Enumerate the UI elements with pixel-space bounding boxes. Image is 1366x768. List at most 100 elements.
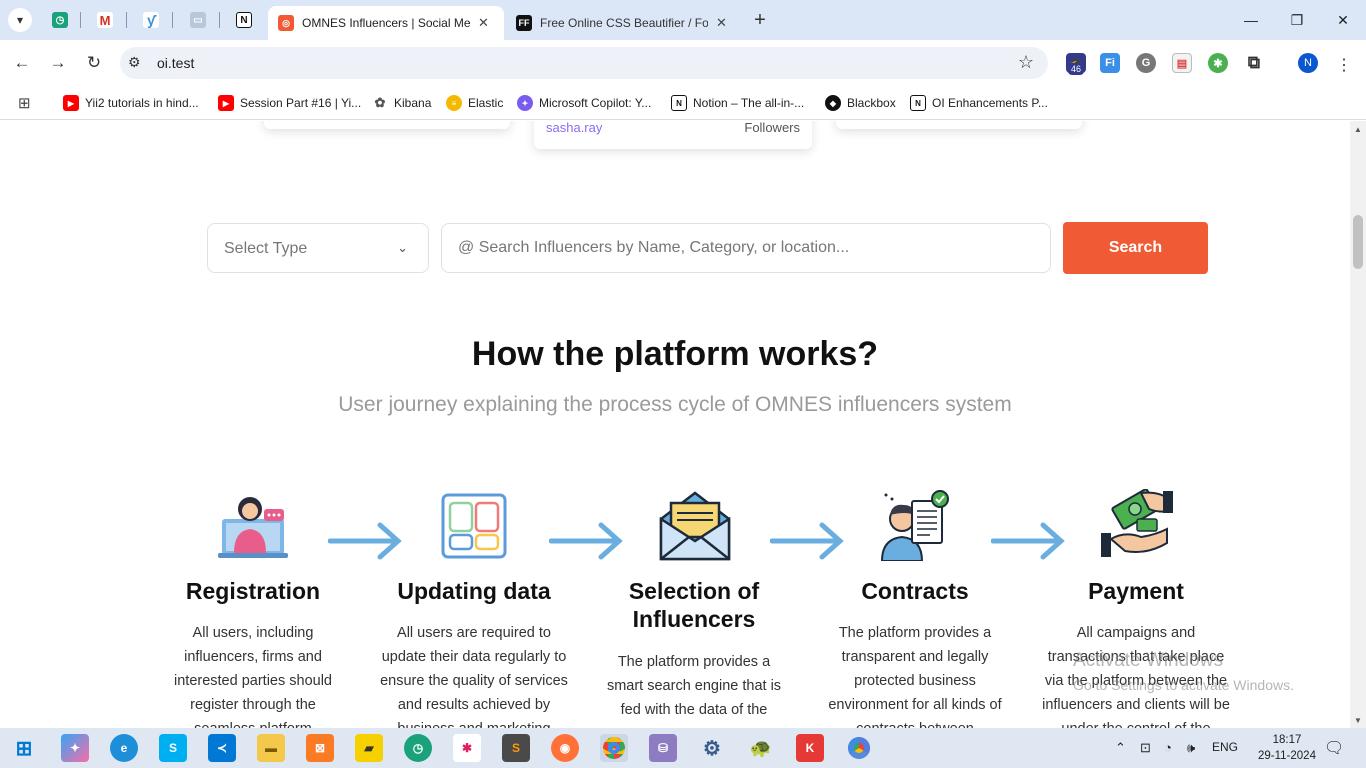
- omnes-favicon-icon: ◎: [278, 15, 294, 31]
- chrome-icon[interactable]: [845, 734, 873, 762]
- bug-extension-icon[interactable]: ✱: [1208, 53, 1228, 73]
- vscode-icon[interactable]: ≺: [208, 734, 236, 762]
- step-description: All campaigns and transactions that take …: [1042, 625, 1230, 728]
- tab-title: OMNES Influencers | Social Me: [302, 16, 470, 30]
- system-clock[interactable]: 18:17 29-11-2024: [1258, 732, 1316, 764]
- copilot-icon: ✦: [517, 95, 533, 111]
- step-title: Selection of Influencers: [628, 578, 760, 632]
- activate-windows-title: Activate Windows: [1073, 650, 1223, 671]
- site-settings-icon[interactable]: ⚙: [128, 54, 141, 71]
- firefox-icon[interactable]: ◉: [551, 734, 579, 762]
- bookmark-item[interactable]: ▶ Session Part #16 | Yi...: [218, 93, 361, 113]
- pinned-tab-yii[interactable]: ƴ: [139, 8, 163, 32]
- step-title: Updating data: [397, 578, 551, 604]
- section-subtitle: User journey explaining the process cycl…: [338, 393, 1012, 416]
- reload-icon: ↻: [86, 53, 102, 72]
- step-description: All users, including influencers, firms a…: [174, 625, 332, 728]
- extension-badge: 46: [1068, 63, 1085, 75]
- settings-gear-icon[interactable]: ⚙: [698, 734, 726, 762]
- bookmark-item[interactable]: N OI Enhancements P...: [910, 93, 1048, 113]
- copilot-icon[interactable]: ✦: [61, 734, 89, 762]
- database-icon[interactable]: ⛁: [649, 734, 677, 762]
- notion-icon: N: [236, 12, 252, 28]
- grammar-extension-icon[interactable]: G: [1136, 53, 1156, 73]
- contract-document-icon: [880, 489, 950, 562]
- reload-button[interactable]: ↻: [80, 49, 108, 77]
- influencer-card[interactable]: [836, 121, 1082, 129]
- apps-grid-icon[interactable]: ⊞: [18, 94, 31, 112]
- chevron-up-icon[interactable]: ⌃: [1115, 740, 1126, 756]
- influencer-handle[interactable]: sasha.ray: [546, 121, 602, 135]
- restore-button[interactable]: ❐: [1274, 0, 1320, 40]
- forward-button[interactable]: →: [44, 49, 72, 77]
- arrow-right-icon: [770, 522, 844, 560]
- skype-icon[interactable]: S: [159, 734, 187, 762]
- back-button[interactable]: ←: [8, 49, 36, 77]
- sticky-notes-icon[interactable]: ▰: [355, 734, 383, 762]
- chrome-active-icon[interactable]: [600, 734, 628, 762]
- influencer-search-input[interactable]: [441, 223, 1051, 273]
- youtube-icon: ▶: [218, 95, 234, 111]
- windows-start-icon[interactable]: ⊞: [10, 734, 38, 762]
- edge-icon[interactable]: e: [110, 734, 138, 762]
- extensions-puzzle-icon[interactable]: ⧉: [1244, 53, 1264, 73]
- pinned-tab-screenshot[interactable]: ▭: [186, 8, 210, 32]
- page-scrollbar[interactable]: ▲ ▼: [1350, 121, 1366, 728]
- bookmark-item[interactable]: ▶ Yii2 tutorials in hind...: [63, 93, 199, 113]
- chevron-down-icon: ▾: [16, 13, 24, 27]
- clipboard-extension-icon[interactable]: ▤: [1172, 53, 1192, 73]
- clock-time: 18:17: [1272, 734, 1302, 746]
- address-bar[interactable]: ⚙ oi.test ☆: [120, 47, 1048, 79]
- pinned-tab-gmail[interactable]: M: [93, 8, 117, 32]
- file-explorer-icon[interactable]: ▬: [257, 734, 285, 762]
- windows-taskbar: ⊞ ✦ e S ≺ ▬ ⊠ ▰ ◷ ✱ S ◉ ⛁ ⚙ 🐢 K ⌃ ⊡ ◔ 🕪 …: [0, 728, 1366, 768]
- yii-icon: ƴ: [143, 12, 159, 28]
- scroll-down-icon[interactable]: ▼: [1354, 716, 1362, 725]
- close-icon[interactable]: ✕: [716, 15, 727, 31]
- notifications-icon[interactable]: 🗨: [1324, 738, 1344, 758]
- search-button[interactable]: Search: [1063, 222, 1208, 274]
- menu-kebab-icon[interactable]: ⋮: [1336, 55, 1352, 75]
- slack-icon[interactable]: ✱: [453, 734, 481, 762]
- volume-icon[interactable]: 🕪: [1187, 740, 1195, 756]
- bookmark-item[interactable]: ✿ Kibana: [372, 93, 431, 113]
- blackbox-icon: ◆: [825, 95, 841, 111]
- tab-omnes-influencers[interactable]: ◎ OMNES Influencers | Social Me ✕: [268, 6, 504, 40]
- device-icon[interactable]: ⊡: [1140, 740, 1151, 756]
- sublime-text-icon[interactable]: S: [502, 734, 530, 762]
- influencer-card[interactable]: sasha.ray Followers: [534, 121, 812, 149]
- close-window-button[interactable]: ✕: [1320, 0, 1366, 40]
- bookmark-star-icon[interactable]: ☆: [1018, 52, 1034, 73]
- envelope-icon: [659, 489, 731, 561]
- language-indicator[interactable]: ENG: [1212, 740, 1238, 754]
- tab-css-beautifier[interactable]: FF Free Online CSS Beautifier / For ✕: [506, 6, 742, 40]
- notion-icon: N: [671, 95, 687, 111]
- tortoise-icon[interactable]: 🐢: [747, 734, 775, 762]
- profile-avatar[interactable]: N: [1298, 53, 1318, 73]
- clockify-icon[interactable]: ◷: [404, 734, 432, 762]
- dashboard-icon: [439, 489, 509, 561]
- url-text[interactable]: oi.test: [157, 55, 194, 71]
- tab-search-button[interactable]: ▾: [8, 8, 32, 32]
- type-select[interactable]: Select Type ⌄: [207, 223, 429, 273]
- bookmark-item[interactable]: ≡ Elastic: [446, 93, 503, 113]
- restore-icon: ❐: [1290, 11, 1304, 28]
- influencer-card[interactable]: [264, 121, 510, 129]
- type-select-value: Select Type: [224, 240, 308, 257]
- wifi-icon[interactable]: ◔: [1164, 740, 1172, 755]
- pinned-tab-notion[interactable]: N: [232, 8, 256, 32]
- k-app-icon[interactable]: K: [796, 734, 824, 762]
- scrollbar-thumb[interactable]: [1353, 215, 1363, 269]
- clock-date: 29-11-2024: [1258, 750, 1316, 762]
- fi-extension-icon[interactable]: Fi: [1100, 53, 1120, 73]
- close-icon[interactable]: ✕: [478, 15, 489, 31]
- arrow-right-icon: [991, 522, 1065, 560]
- bookmark-item[interactable]: ◆ Blackbox: [825, 93, 896, 113]
- scroll-up-icon[interactable]: ▲: [1354, 125, 1362, 134]
- minimize-button[interactable]: —: [1228, 0, 1274, 40]
- bookmark-item[interactable]: ✦ Microsoft Copilot: Y...: [517, 93, 651, 113]
- bookmark-item[interactable]: N Notion – The all-in-...: [671, 93, 804, 113]
- pinned-tab-clockify[interactable]: ◷: [48, 8, 72, 32]
- new-tab-button[interactable]: +: [748, 8, 772, 32]
- xampp-icon[interactable]: ⊠: [306, 734, 334, 762]
